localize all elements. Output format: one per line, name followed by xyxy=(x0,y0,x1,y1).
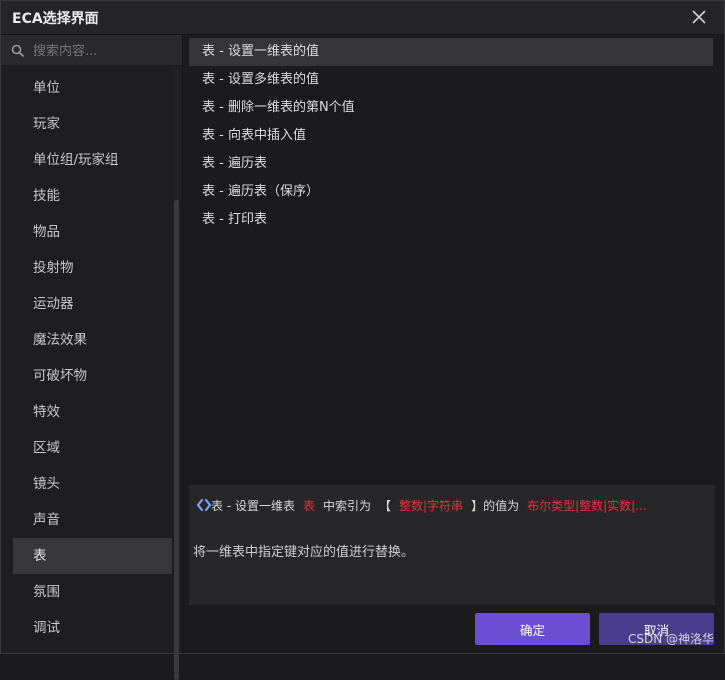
action-icon xyxy=(196,498,212,512)
param-value[interactable]: 布尔类型|整数|实数|... xyxy=(527,499,647,513)
sidebar-item-debug[interactable]: 调试 xyxy=(13,610,172,646)
sidebar-item-ability[interactable]: 技能 xyxy=(13,178,172,214)
sidebar-item-atmosphere[interactable]: 氛围 xyxy=(13,574,172,610)
watermark: CSDN @神洛华 xyxy=(627,632,714,646)
close-icon[interactable] xyxy=(688,6,710,28)
param-key[interactable]: 整数|字符串 xyxy=(399,499,463,513)
sidebar-item-camera[interactable]: 镜头 xyxy=(13,466,172,502)
list-item[interactable]: 表 - 遍历表 xyxy=(189,150,713,178)
list-item[interactable]: 表 - 删除一维表的第N个值 xyxy=(189,94,713,122)
window-title: ECA选择界面 xyxy=(12,11,99,27)
action-signature: 表 - 设置一维表表中索引为【整数|字符串 】的值为 布尔类型|整数|实数|... xyxy=(196,497,647,514)
title-bar: ECA选择界面 xyxy=(1,1,724,35)
category-list: 单位 玩家 单位组/玩家组 技能 物品 投射物 运动器 魔法效果 可破坏物 特效… xyxy=(13,70,172,646)
sidebar-item-magic-effect[interactable]: 魔法效果 xyxy=(13,322,172,358)
sidebar-item-projectile[interactable]: 投射物 xyxy=(13,250,172,286)
sidebar-item-item[interactable]: 物品 xyxy=(13,214,172,250)
sidebar-scrollbar-thumb[interactable] xyxy=(174,200,179,680)
confirm-button[interactable]: 确定 xyxy=(475,613,590,645)
list-item[interactable]: 表 - 设置一维表的值 xyxy=(189,38,713,66)
bracket-close: 】的值为 xyxy=(471,499,520,513)
sidebar-item-unit[interactable]: 单位 xyxy=(13,70,172,106)
list-item[interactable]: 表 - 设置多维表的值 xyxy=(189,66,713,94)
sidebar-item-sound[interactable]: 声音 xyxy=(13,502,172,538)
list-item[interactable]: 表 - 打印表 xyxy=(189,206,713,234)
sidebar-item-table[interactable]: 表 xyxy=(13,538,172,574)
search-icon xyxy=(11,43,25,58)
description-text: 将一维表中指定键对应的值进行替换。 xyxy=(193,545,415,560)
list-item[interactable]: 表 - 向表中插入值 xyxy=(189,122,713,150)
bracket-open: 【 xyxy=(379,499,392,513)
category-sidebar: 单位 玩家 单位组/玩家组 技能 物品 投射物 运动器 魔法效果 可破坏物 特效… xyxy=(1,35,182,680)
sidebar-item-player[interactable]: 玩家 xyxy=(13,106,172,142)
sidebar-item-region[interactable]: 区域 xyxy=(13,430,172,466)
eca-select-dialog: ECA选择界面 单位 玩家 单位组/玩家组 技能 物品 投射物 运 xyxy=(0,0,725,680)
sidebar-item-unit-group[interactable]: 单位组/玩家组 xyxy=(13,142,172,178)
signature-prefix: 表 - 设置一维表 xyxy=(211,499,295,513)
search-input[interactable] xyxy=(31,39,175,63)
list-item[interactable]: 表 - 遍历表（保序） xyxy=(189,178,713,206)
sidebar-item-mover[interactable]: 运动器 xyxy=(13,286,172,322)
param-table[interactable]: 表 xyxy=(303,499,315,513)
action-panel: 表 - 设置一维表的值 表 - 设置多维表的值 表 - 删除一维表的第N个值 表… xyxy=(182,35,724,653)
action-list: 表 - 设置一维表的值 表 - 设置多维表的值 表 - 删除一维表的第N个值 表… xyxy=(189,38,713,234)
search-bar xyxy=(1,35,182,65)
sidebar-item-destructible[interactable]: 可破坏物 xyxy=(13,358,172,394)
description-panel: 表 - 设置一维表表中索引为【整数|字符串 】的值为 布尔类型|整数|实数|... … xyxy=(189,485,715,605)
sidebar-item-sfx[interactable]: 特效 xyxy=(13,394,172,430)
signature-mid: 中索引为 xyxy=(322,499,371,513)
